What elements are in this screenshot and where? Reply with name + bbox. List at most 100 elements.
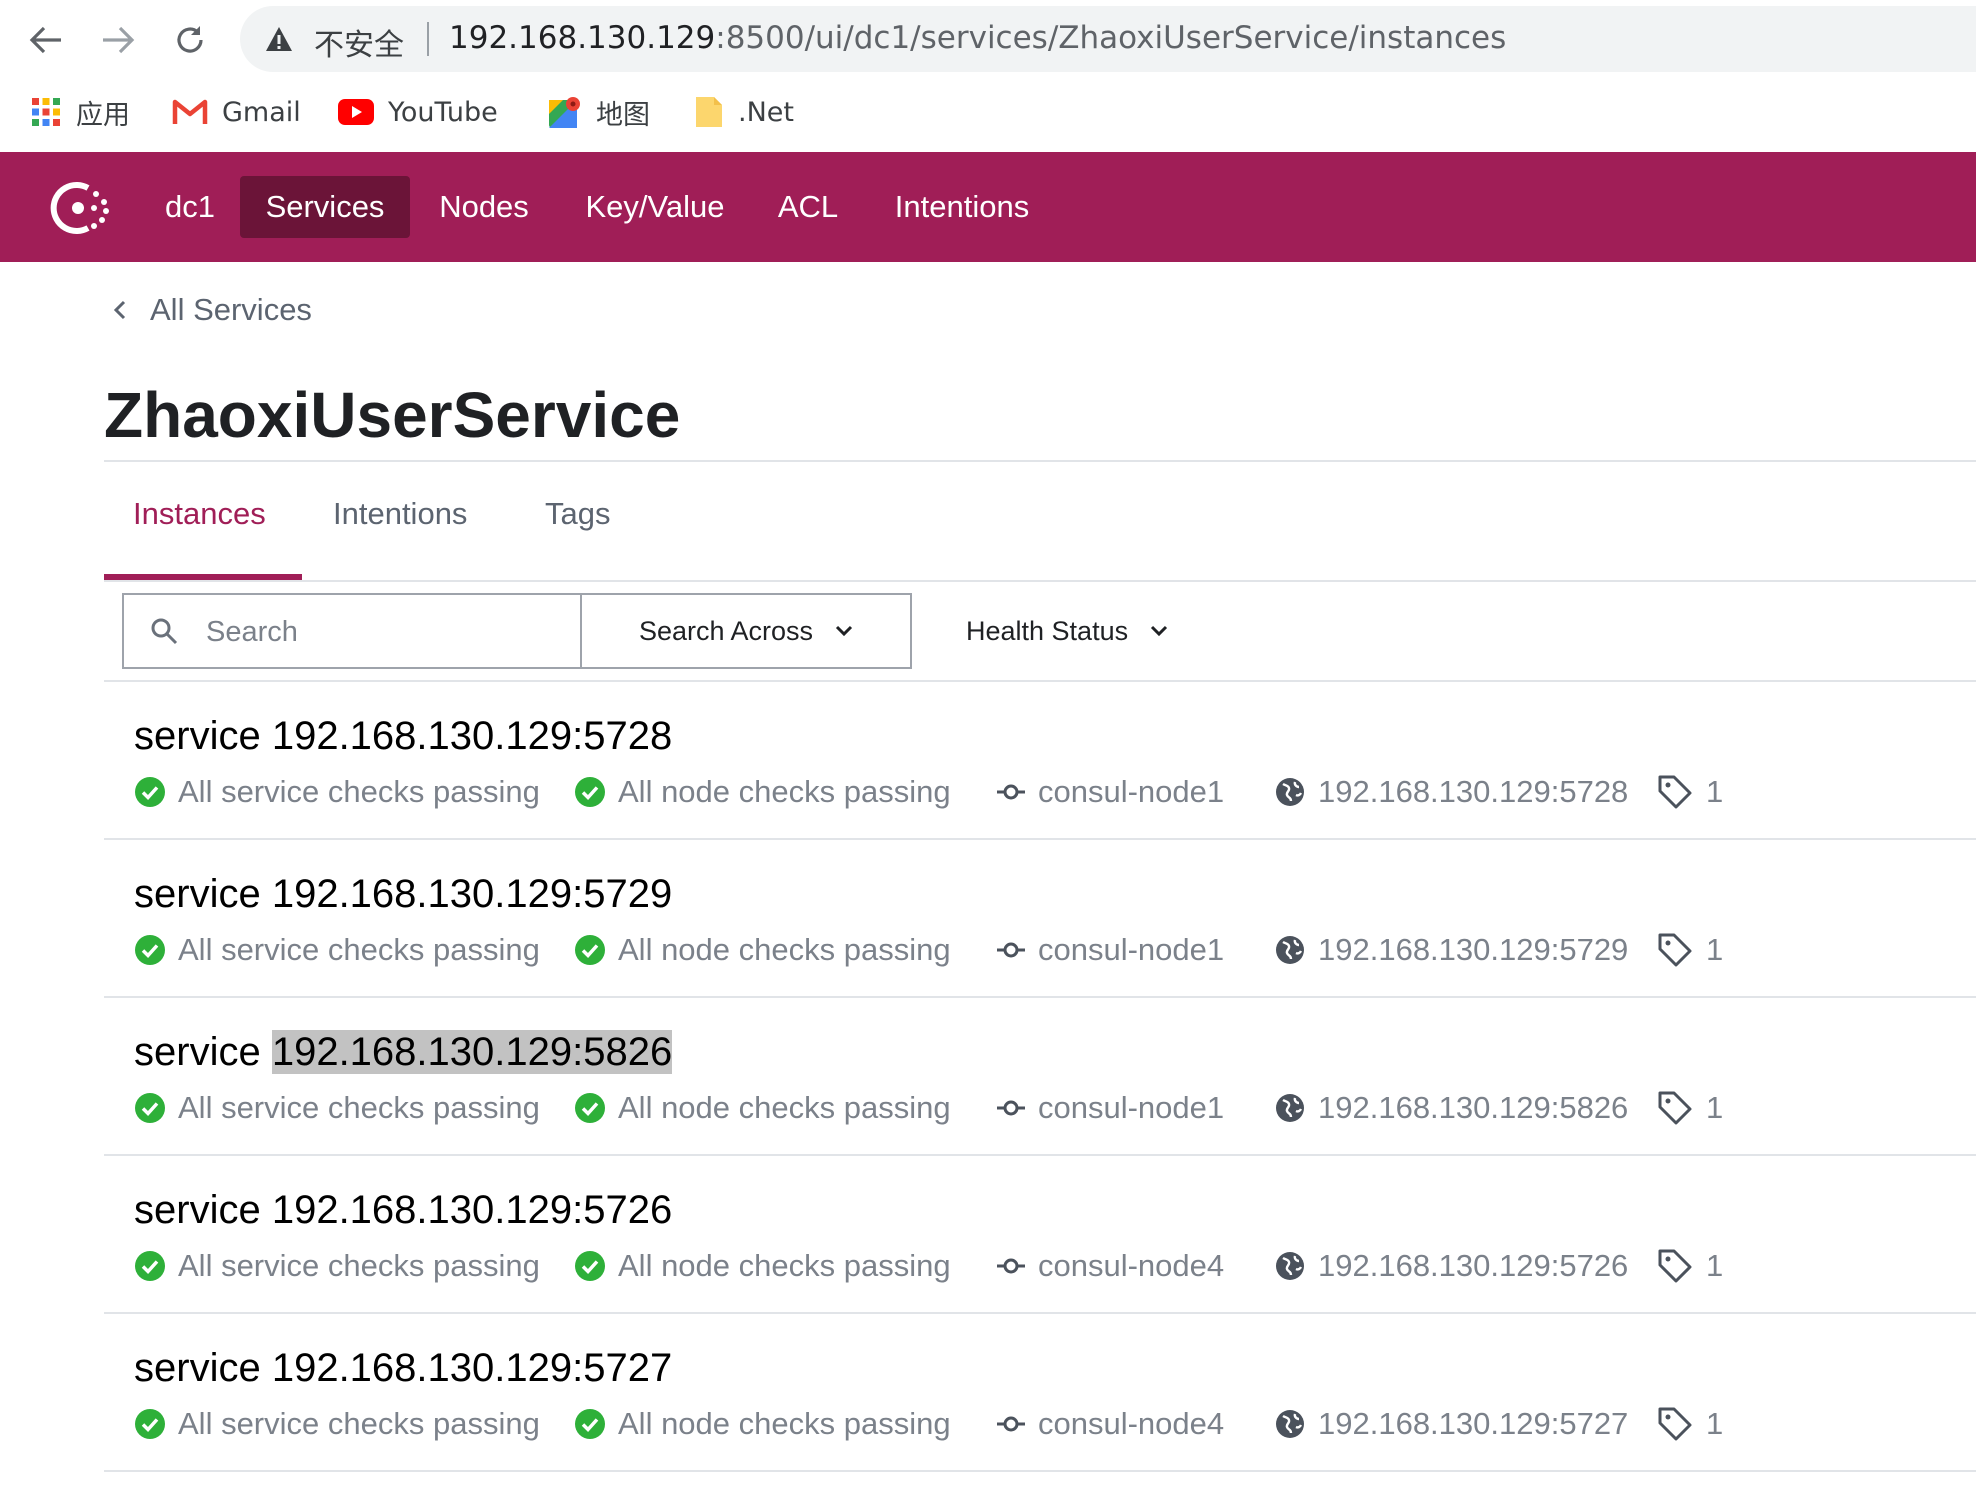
- tab-intentions[interactable]: Intentions: [333, 496, 467, 532]
- tabs-divider: [104, 580, 1976, 582]
- service-checks-label: All service checks passing: [178, 774, 540, 809]
- node-checks-label: All node checks passing: [618, 932, 951, 967]
- instance-row[interactable]: service 192.168.130.129:5826 All service…: [104, 998, 1976, 1156]
- endpoint-label: 192.168.130.129:5726: [1318, 1248, 1629, 1283]
- tags-count: 1: [1706, 932, 1724, 967]
- consul-logo-icon[interactable]: [48, 178, 114, 238]
- nav-intentions[interactable]: Intentions: [874, 176, 1050, 238]
- check-circle-icon: [135, 1093, 165, 1123]
- instance-name[interactable]: service 192.168.130.129:5727: [134, 1346, 672, 1391]
- apps-grid-icon: [32, 98, 60, 126]
- folder-icon: [696, 97, 722, 127]
- bookmark-maps[interactable]: 地图: [548, 92, 650, 132]
- datacenter-dc1[interactable]: dc1: [152, 176, 228, 238]
- bookmark-label: 应用: [76, 99, 130, 131]
- instance-row[interactable]: service 192.168.130.129:5727 All service…: [104, 1314, 1976, 1472]
- globe-icon: [1276, 778, 1304, 806]
- back-label: All Services: [150, 292, 312, 327]
- instance-tags: 1: [1656, 1244, 1723, 1288]
- chevron-down-icon: [1151, 625, 1168, 637]
- instance-name[interactable]: service 192.168.130.129:5728: [134, 714, 672, 759]
- youtube-icon: [338, 99, 374, 125]
- node-label: consul-node1: [1038, 932, 1225, 967]
- nav-acl[interactable]: ACL: [766, 176, 850, 238]
- bookmark-net-folder[interactable]: .Net: [694, 92, 794, 132]
- instance-endpoint: 192.168.130.129:5826: [1274, 1086, 1628, 1130]
- instance-tags: 1: [1656, 928, 1723, 972]
- tag-icon: [1658, 1091, 1692, 1125]
- instance-endpoint: 192.168.130.129:5727: [1274, 1402, 1628, 1446]
- reload-icon[interactable]: [168, 18, 212, 62]
- check-circle-icon: [135, 935, 165, 965]
- globe-icon: [1276, 936, 1304, 964]
- service-checks-label: All service checks passing: [178, 1406, 540, 1441]
- instance-endpoint: 192.168.130.129:5728: [1274, 770, 1628, 814]
- endpoint-label: 192.168.130.129:5826: [1318, 1090, 1629, 1125]
- bookmark-label: YouTube: [388, 96, 498, 128]
- bookmark-apps[interactable]: 应用: [30, 92, 130, 132]
- tags-count: 1: [1706, 774, 1724, 809]
- instance-prefix: service: [134, 1346, 261, 1390]
- node-checks-status: All node checks passing: [574, 770, 951, 814]
- bookmarks-bar: 应用 Gmail YouTube 地图 .Net: [0, 84, 1976, 140]
- url-path: :8500/ui/dc1/services/ZhaoxiUserService/…: [715, 20, 1507, 56]
- url-host: 192.168.130.129: [449, 20, 716, 56]
- search-icon: [151, 618, 178, 645]
- node-label: consul-node1: [1038, 1090, 1225, 1125]
- service-checks-status: All service checks passing: [134, 928, 540, 972]
- service-checks-status: All service checks passing: [134, 1402, 540, 1446]
- node-checks-label: All node checks passing: [618, 774, 951, 809]
- warning-icon: [266, 27, 292, 51]
- node-checks-status: All node checks passing: [574, 1086, 951, 1130]
- instance-name[interactable]: service 192.168.130.129:5726: [134, 1188, 672, 1233]
- check-circle-icon: [575, 1093, 605, 1123]
- node-checks-status: All node checks passing: [574, 1402, 951, 1446]
- check-circle-icon: [575, 777, 605, 807]
- nav-services[interactable]: Services: [240, 176, 410, 238]
- instance-row[interactable]: service 192.168.130.129:5728 All service…: [104, 682, 1976, 840]
- back-arrow-icon[interactable]: [24, 18, 68, 62]
- url-text[interactable]: 192.168.130.129:8500/ui/dc1/services/Zha…: [449, 20, 1506, 56]
- instance-row[interactable]: service 192.168.130.129:5729 All service…: [104, 840, 1976, 998]
- address-bar[interactable]: 不安全 192.168.130.129:8500/ui/dc1/services…: [240, 6, 1976, 72]
- health-status-dropdown[interactable]: Health Status: [966, 593, 1168, 669]
- service-checks-label: All service checks passing: [178, 932, 540, 967]
- check-circle-icon: [135, 777, 165, 807]
- tab-instances[interactable]: Instances: [133, 496, 266, 532]
- node-checks-label: All node checks passing: [618, 1406, 951, 1441]
- back-to-all-services[interactable]: All Services: [112, 292, 312, 328]
- instance-address: 192.168.130.129:5729: [271, 872, 673, 916]
- bookmark-gmail[interactable]: Gmail: [172, 92, 301, 132]
- service-checks-status: All service checks passing: [134, 770, 540, 814]
- instance-prefix: service: [134, 1188, 261, 1232]
- service-checks-status: All service checks passing: [134, 1244, 540, 1288]
- bookmark-label: Gmail: [222, 96, 301, 128]
- search-input[interactable]: [204, 609, 568, 655]
- globe-icon: [1276, 1410, 1304, 1438]
- globe-icon: [1276, 1094, 1304, 1122]
- tag-icon: [1658, 1249, 1692, 1283]
- search-across-dropdown[interactable]: Search Across: [580, 593, 912, 669]
- tab-tags[interactable]: Tags: [545, 496, 610, 532]
- node-icon: [997, 942, 1025, 958]
- maps-icon: [549, 97, 580, 128]
- node-checks-status: All node checks passing: [574, 928, 951, 972]
- nav-key-value[interactable]: Key/Value: [568, 176, 742, 238]
- forward-arrow-icon[interactable]: [96, 18, 140, 62]
- service-checks-label: All service checks passing: [178, 1090, 540, 1125]
- bookmark-youtube[interactable]: YouTube: [338, 92, 498, 132]
- instance-row[interactable]: service 192.168.130.129:5726 All service…: [104, 1156, 1976, 1314]
- instance-endpoint: 192.168.130.129:5726: [1274, 1244, 1628, 1288]
- search-field[interactable]: [122, 593, 580, 669]
- tags-count: 1: [1706, 1248, 1724, 1283]
- instance-address: 192.168.130.129:5728: [271, 714, 673, 758]
- omnibox-divider: [427, 22, 429, 56]
- node-icon: [997, 1258, 1025, 1274]
- nav-nodes[interactable]: Nodes: [424, 176, 544, 238]
- instance-name[interactable]: service 192.168.130.129:5826: [134, 1030, 673, 1075]
- node-icon: [997, 784, 1025, 800]
- service-checks-label: All service checks passing: [178, 1248, 540, 1283]
- instance-name[interactable]: service 192.168.130.129:5729: [134, 872, 672, 917]
- tag-icon: [1658, 933, 1692, 967]
- check-circle-icon: [135, 1409, 165, 1439]
